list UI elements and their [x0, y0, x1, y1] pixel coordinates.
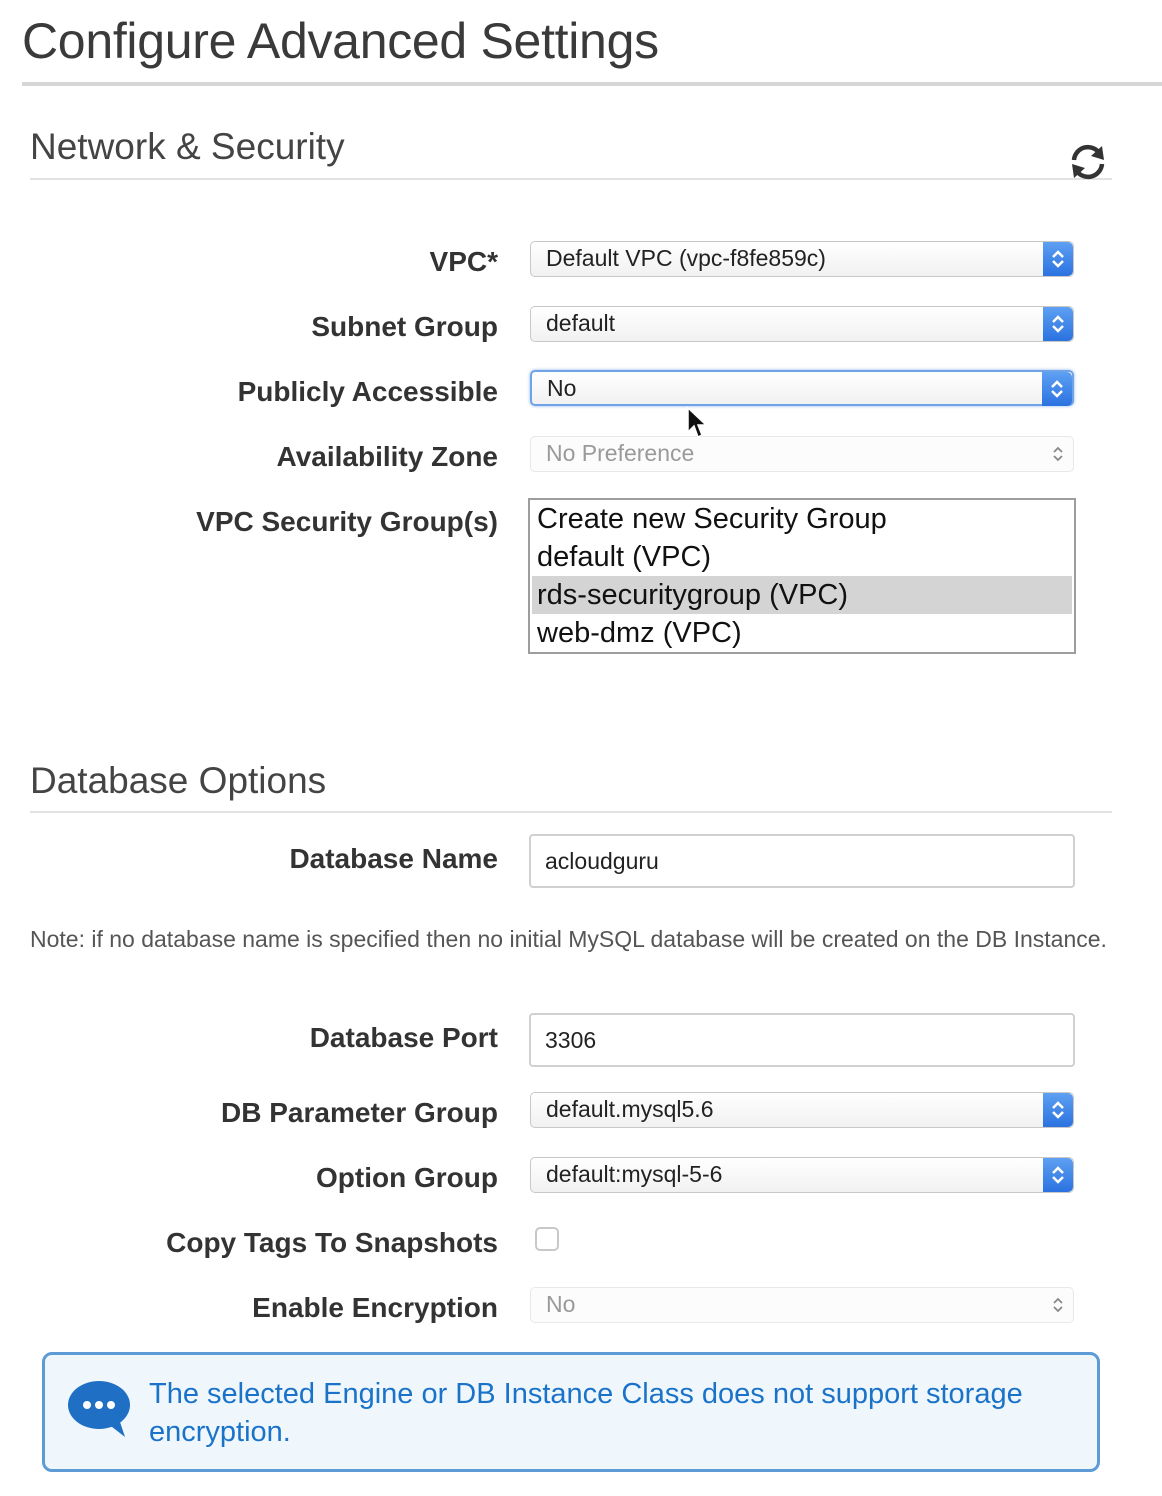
- list-item[interactable]: web-dmz (VPC): [532, 614, 1072, 652]
- info-alert: The selected Engine or DB Instance Class…: [42, 1352, 1100, 1472]
- database-port-input[interactable]: [531, 1015, 1073, 1065]
- select-arrows-icon: [1043, 1093, 1073, 1127]
- encryption-label: Enable Encryption: [252, 1292, 498, 1323]
- security-groups-listbox[interactable]: Create new Security Group default (VPC) …: [528, 498, 1076, 654]
- database-name-input[interactable]: [531, 836, 1073, 886]
- security-groups-label: VPC Security Group(s): [196, 506, 498, 537]
- database-section-title: Database Options: [30, 760, 327, 801]
- option-group-label: Option Group: [316, 1162, 498, 1193]
- database-name-note: Note: if no database name is specified t…: [30, 926, 1107, 952]
- select-arrows-icon: [1043, 307, 1073, 341]
- database-name-field[interactable]: [529, 834, 1075, 888]
- select-arrows-icon: [1043, 1158, 1073, 1192]
- list-item[interactable]: rds-securitygroup (VPC): [532, 576, 1072, 614]
- encryption-select[interactable]: No: [530, 1287, 1074, 1323]
- select-arrows-icon: [1043, 242, 1073, 276]
- select-arrows-icon: [1043, 437, 1073, 471]
- parameter-group-select[interactable]: default.mysql5.6: [530, 1092, 1074, 1128]
- database-port-label: Database Port: [309, 1022, 498, 1053]
- network-section-title: Network & Security: [30, 126, 345, 167]
- chat-bubble-icon: [67, 1379, 131, 1444]
- publicly-accessible-value: No: [547, 375, 577, 401]
- vpc-label: VPC*: [429, 246, 498, 277]
- option-group-value: default:mysql-5-6: [546, 1161, 723, 1187]
- network-section-divider: [30, 178, 1112, 180]
- availability-zone-select[interactable]: No Preference: [530, 436, 1074, 472]
- publicly-accessible-label: Publicly Accessible: [237, 376, 498, 407]
- list-item[interactable]: default (VPC): [532, 538, 1072, 576]
- page-title: Configure Advanced Settings: [22, 13, 659, 69]
- copy-tags-label: Copy Tags To Snapshots: [166, 1227, 498, 1258]
- vpc-select-value: Default VPC (vpc-f8fe859c): [546, 245, 826, 271]
- select-arrows-icon: [1043, 1288, 1073, 1322]
- database-port-field[interactable]: [529, 1013, 1075, 1067]
- option-group-select[interactable]: default:mysql-5-6: [530, 1157, 1074, 1193]
- encryption-value: No: [546, 1291, 576, 1317]
- subnet-group-label: Subnet Group: [311, 311, 498, 342]
- database-name-label: Database Name: [289, 843, 498, 874]
- list-item[interactable]: Create new Security Group: [532, 500, 1072, 538]
- mouse-cursor-icon: [686, 406, 708, 445]
- title-divider: [22, 82, 1162, 86]
- parameter-group-label: DB Parameter Group: [221, 1097, 498, 1128]
- database-section-divider: [30, 811, 1112, 813]
- select-arrows-icon: [1042, 372, 1072, 406]
- publicly-accessible-select[interactable]: No: [530, 370, 1074, 406]
- info-alert-message: The selected Engine or DB Instance Class…: [149, 1378, 1023, 1448]
- subnet-group-value: default: [546, 310, 616, 336]
- availability-zone-value: No Preference: [546, 440, 695, 466]
- subnet-group-select[interactable]: default: [530, 306, 1074, 342]
- parameter-group-value: default.mysql5.6: [546, 1096, 714, 1122]
- vpc-select[interactable]: Default VPC (vpc-f8fe859c): [530, 241, 1074, 277]
- refresh-icon[interactable]: [1066, 140, 1110, 184]
- copy-tags-checkbox[interactable]: [535, 1227, 559, 1251]
- availability-zone-label: Availability Zone: [276, 441, 498, 472]
